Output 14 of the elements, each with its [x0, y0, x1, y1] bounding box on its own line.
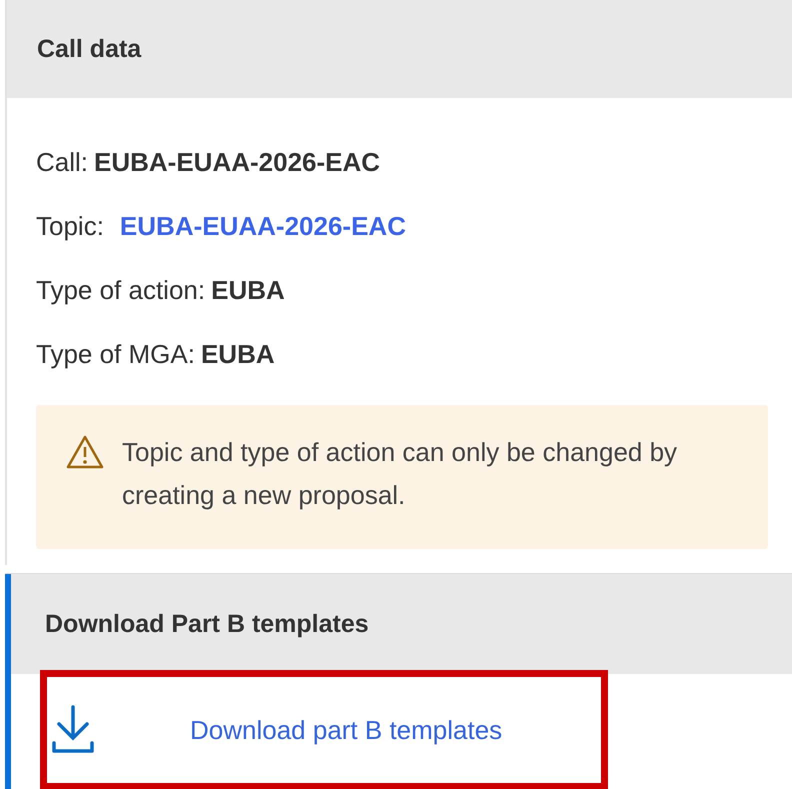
field-value: EUBA [211, 274, 285, 306]
field-label: Type of MGA: [36, 338, 195, 370]
field-label: Call: [36, 146, 88, 178]
field-value: EUBA-EUAA-2026-EAC [94, 146, 380, 178]
download-icon [51, 705, 95, 755]
topic-link[interactable]: EUBA-EUAA-2026-EAC [120, 210, 406, 242]
panel-title: Download Part B templates [45, 610, 369, 638]
panel-title: Call data [37, 34, 142, 64]
field-value: EUBA [200, 338, 275, 370]
field-label: Topic: [36, 210, 104, 242]
warning-icon [66, 435, 104, 469]
download-link[interactable]: Download part B templates [190, 714, 502, 746]
field-label: Type of action: [36, 274, 206, 306]
notice-text: Topic and type of action can only be changed by creating a new proposal. [122, 436, 678, 512]
